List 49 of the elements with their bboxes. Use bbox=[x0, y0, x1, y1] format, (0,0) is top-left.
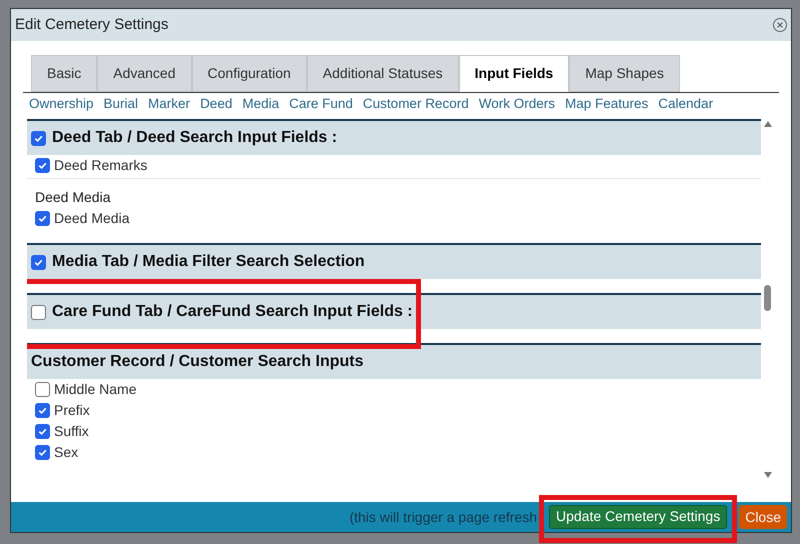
section-title: Media Tab / Media Filter Search Selection bbox=[52, 252, 365, 272]
section-link[interactable]: Calendar bbox=[658, 94, 714, 114]
checkbox[interactable] bbox=[31, 254, 46, 270]
section-title: Care Fund Tab / CareFund Search Input Fields : bbox=[52, 302, 413, 322]
scroll-thumb[interactable] bbox=[764, 285, 771, 311]
tab[interactable]: Basic bbox=[31, 55, 98, 92]
checkbox[interactable] bbox=[35, 158, 50, 173]
checkbox[interactable] bbox=[35, 382, 50, 397]
section-link[interactable]: Customer Record bbox=[362, 94, 469, 114]
checkbox[interactable] bbox=[35, 211, 50, 226]
checkbox[interactable] bbox=[31, 130, 46, 146]
scroll-up-icon[interactable] bbox=[764, 121, 772, 127]
section-title: Deed Tab / Deed Search Input Fields : bbox=[52, 128, 338, 148]
group-heading: Deed Media bbox=[35, 188, 112, 207]
section-link[interactable]: Ownership bbox=[29, 94, 94, 114]
section-link[interactable]: Media bbox=[242, 94, 280, 114]
section-link[interactable]: Burial bbox=[104, 94, 138, 114]
scroll-down-icon[interactable] bbox=[764, 472, 772, 478]
close-icon[interactable] bbox=[773, 18, 787, 32]
field-label: Suffix bbox=[54, 422, 89, 441]
section-link[interactable]: Map Features bbox=[564, 94, 648, 114]
section-title: Customer Record / Customer Search Inputs bbox=[31, 352, 364, 372]
checkbox[interactable] bbox=[35, 445, 50, 460]
field-label: Middle Name bbox=[54, 380, 136, 399]
section-link[interactable]: Deed bbox=[200, 94, 232, 114]
section-link[interactable]: Care Fund bbox=[289, 94, 353, 114]
checkbox[interactable] bbox=[31, 304, 46, 320]
tab[interactable]: Additional Statuses bbox=[306, 55, 459, 92]
field-label: Sex bbox=[54, 443, 78, 462]
checkbox[interactable] bbox=[35, 424, 50, 439]
tab[interactable]: Map Shapes bbox=[569, 55, 680, 92]
section-link[interactable]: Marker bbox=[148, 94, 190, 114]
section-link[interactable]: Work Orders bbox=[478, 94, 555, 114]
field-label: Deed Media bbox=[54, 209, 130, 228]
check-icon bbox=[37, 213, 48, 224]
tab[interactable]: Input Fields bbox=[458, 55, 570, 92]
update-button[interactable]: Update Cemetery Settings bbox=[549, 504, 728, 529]
field-label: Prefix bbox=[54, 401, 90, 420]
field-label: Deed Remarks bbox=[54, 156, 148, 175]
check-icon bbox=[37, 160, 48, 171]
tab[interactable]: Configuration bbox=[192, 55, 307, 92]
checkbox[interactable] bbox=[35, 403, 50, 418]
refresh-note: (this will trigger a page refresh bbox=[349, 508, 537, 527]
tab[interactable]: Advanced bbox=[97, 55, 192, 92]
check-icon bbox=[37, 447, 48, 458]
check-icon bbox=[37, 426, 48, 437]
check-icon bbox=[37, 405, 48, 416]
window-title: Edit Cemetery Settings bbox=[15, 14, 168, 35]
close-button[interactable]: Close bbox=[739, 505, 787, 529]
